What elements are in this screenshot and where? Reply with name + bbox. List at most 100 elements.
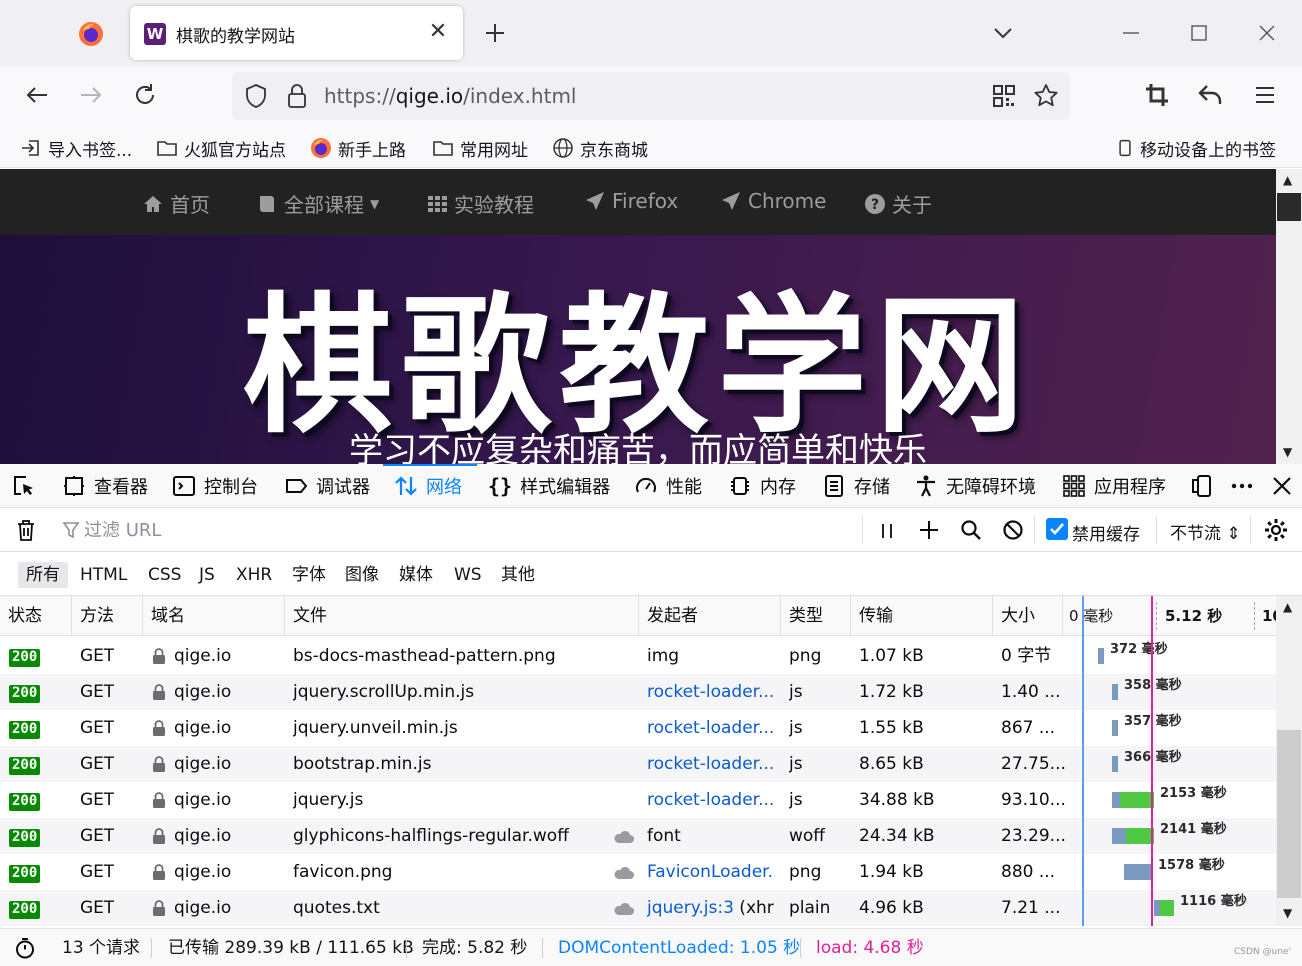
lock-icon[interactable] — [284, 82, 310, 110]
scrollbar-thumb[interactable] — [1277, 730, 1301, 898]
request-initiator[interactable]: rocket-loader.... — [647, 674, 775, 710]
element-picker-button[interactable] — [12, 472, 36, 500]
scrollbar-thumb[interactable] — [1277, 193, 1301, 221]
crop-icon[interactable] — [1142, 80, 1172, 110]
bookmark-folder-common[interactable]: 常用网址 — [432, 134, 528, 162]
filter-url-input[interactable] — [84, 517, 844, 543]
bookmark-import[interactable]: 导入书签... — [20, 134, 132, 162]
site-nav-home[interactable]: 首页 — [142, 189, 210, 218]
request-list-scrollbar[interactable]: ▲ ▼ — [1276, 596, 1302, 926]
type-filter-xhr[interactable]: XHR — [228, 562, 280, 588]
tab-network[interactable]: 网络 — [394, 472, 462, 500]
request-initiator[interactable]: rocket-loader.... — [647, 782, 775, 818]
back-arrow-icon[interactable] — [22, 80, 52, 110]
column-type[interactable]: 类型 — [781, 596, 851, 636]
column-file[interactable]: 文件 — [285, 596, 639, 636]
qr-code-icon[interactable] — [992, 84, 1016, 108]
scroll-down-icon[interactable]: ▼ — [1283, 906, 1292, 920]
bookmark-jd[interactable]: 京东商城 — [552, 134, 648, 162]
tab-debugger[interactable]: 调试器 — [284, 472, 370, 500]
request-row[interactable]: 200 GET qige.io bs-docs-masthead-pattern.pn… — [0, 638, 1276, 674]
request-row[interactable]: 200 GET qige.io glyphicons-halflings-regula… — [0, 818, 1276, 854]
gear-icon[interactable] — [1264, 518, 1288, 542]
search-icon[interactable] — [960, 519, 982, 541]
request-initiator[interactable]: FaviconLoader.... — [647, 854, 775, 890]
firefox-view-icon[interactable] — [78, 21, 104, 47]
bookmark-getting-started[interactable]: 新手上路 — [310, 134, 406, 162]
new-tab-icon[interactable] — [480, 18, 510, 48]
undo-icon[interactable] — [1196, 80, 1226, 110]
bookmark-folder-firefox[interactable]: 火狐官方站点 — [156, 134, 286, 162]
site-nav-chrome[interactable]: Chrome — [720, 189, 826, 213]
chevron-down-icon[interactable] — [990, 20, 1016, 46]
column-domain[interactable]: 域名 — [143, 596, 285, 636]
site-nav-labs[interactable]: 实验教程 — [426, 189, 534, 218]
request-row[interactable]: 200 GET qige.io quotes.txt plain 4.96 kB 7.21 … — [0, 890, 1276, 926]
type-filter-ws[interactable]: WS — [446, 562, 490, 588]
site-nav-firefox[interactable]: Firefox — [584, 189, 678, 213]
request-initiator[interactable]: rocket-loader.... — [647, 710, 775, 746]
column-method[interactable]: 方法 — [72, 596, 143, 636]
window-close-icon[interactable] — [1254, 20, 1280, 46]
type-filter-html[interactable]: HTML — [72, 562, 135, 588]
waterfall-tick: 5.12 秒 — [1165, 607, 1223, 625]
type-filter-all[interactable]: 所有 — [18, 562, 68, 588]
request-row[interactable]: 200 GET qige.io favicon.png png 1.94 kB 880 ..… — [0, 854, 1276, 890]
request-row[interactable]: 200 GET qige.io bootstrap.min.js js 8.65 kB 27… — [0, 746, 1276, 782]
trash-icon[interactable] — [14, 518, 38, 542]
request-initiator[interactable]: rocket-loader.... — [647, 746, 775, 782]
throttle-select[interactable]: 不节流 ⇕ — [1170, 519, 1241, 544]
tab-style-editor[interactable]: {} 样式编辑器 — [488, 472, 610, 500]
tab-console[interactable]: 控制台 — [172, 472, 258, 500]
block-icon[interactable] — [1002, 519, 1024, 541]
shield-icon[interactable] — [242, 82, 270, 110]
column-transferred[interactable]: 传输 — [851, 596, 993, 636]
type-filter-fonts[interactable]: 字体 — [284, 562, 334, 588]
plus-icon[interactable] — [918, 519, 940, 541]
status-code-badge: 200 — [9, 901, 41, 919]
close-tab-icon[interactable]: ✕ — [426, 20, 450, 44]
column-status[interactable]: 状态 — [0, 596, 72, 636]
column-size[interactable]: 大小 — [993, 596, 1063, 636]
tab-storage[interactable]: 存储 — [822, 472, 890, 500]
request-row[interactable]: 200 GET qige.io jquery.scrollUp.min.js js 1.7… — [0, 674, 1276, 710]
type-filter-images[interactable]: 图像 — [337, 562, 387, 588]
close-devtools-icon[interactable] — [1270, 472, 1294, 500]
column-initiator[interactable]: 发起者 — [639, 596, 781, 636]
site-nav-about[interactable]: ? 关于 — [864, 189, 932, 218]
responsive-design-button[interactable] — [1190, 472, 1214, 500]
disable-cache-checkbox[interactable] — [1046, 518, 1068, 540]
request-transferred: 4.96 kB — [859, 898, 924, 918]
tab-accessibility[interactable]: 无障碍环境 — [914, 472, 1036, 500]
minimize-icon[interactable] — [1118, 20, 1144, 46]
site-nav-courses[interactable]: 全部课程 ▼ — [256, 189, 379, 218]
request-row[interactable]: 200 GET qige.io jquery.js js 34.88 kB 93.10...… — [0, 782, 1276, 818]
hamburger-menu-icon[interactable] — [1250, 80, 1280, 110]
type-filter-js[interactable]: JS — [191, 562, 223, 588]
type-filter-other[interactable]: 其他 — [493, 562, 543, 588]
page-scrollbar[interactable]: ▲ ▼ — [1276, 169, 1302, 464]
pause-icon[interactable] — [876, 520, 898, 542]
more-options-icon[interactable] — [1230, 472, 1254, 500]
maximize-icon[interactable] — [1186, 20, 1212, 46]
disable-cache-label[interactable]: 禁用缓存 — [1072, 520, 1140, 545]
scroll-down-icon[interactable]: ▼ — [1283, 445, 1292, 459]
type-filter-css[interactable]: CSS — [140, 562, 189, 588]
tab-performance[interactable]: 性能 — [634, 472, 702, 500]
type-filter-media[interactable]: 媒体 — [391, 562, 441, 588]
request-initiator[interactable]: jquery.js:3 (xhr) — [647, 890, 775, 926]
tab-memory[interactable]: 内存 — [728, 472, 796, 500]
scroll-up-icon[interactable]: ▲ — [1283, 173, 1292, 187]
reload-icon[interactable] — [130, 80, 160, 110]
globe-icon — [553, 138, 573, 158]
scroll-up-icon[interactable]: ▲ — [1283, 600, 1292, 614]
request-row[interactable]: 200 GET qige.io jquery.unveil.min.js js 1.55 … — [0, 710, 1276, 746]
url-text[interactable]: https://qige.io/index.html — [324, 84, 576, 108]
star-icon[interactable] — [1032, 82, 1060, 110]
tab-inspector[interactable]: 查看器 — [62, 472, 148, 500]
address-bar[interactable]: https://qige.io/index.html — [232, 72, 1070, 120]
tab-application[interactable]: 应用程序 — [1062, 472, 1166, 500]
mobile-bookmarks[interactable]: 移动设备上的书签 — [1116, 134, 1276, 162]
active-tab[interactable]: W 棋歌的教学网站 ✕ — [130, 6, 463, 60]
forward-arrow-icon[interactable] — [76, 80, 106, 110]
